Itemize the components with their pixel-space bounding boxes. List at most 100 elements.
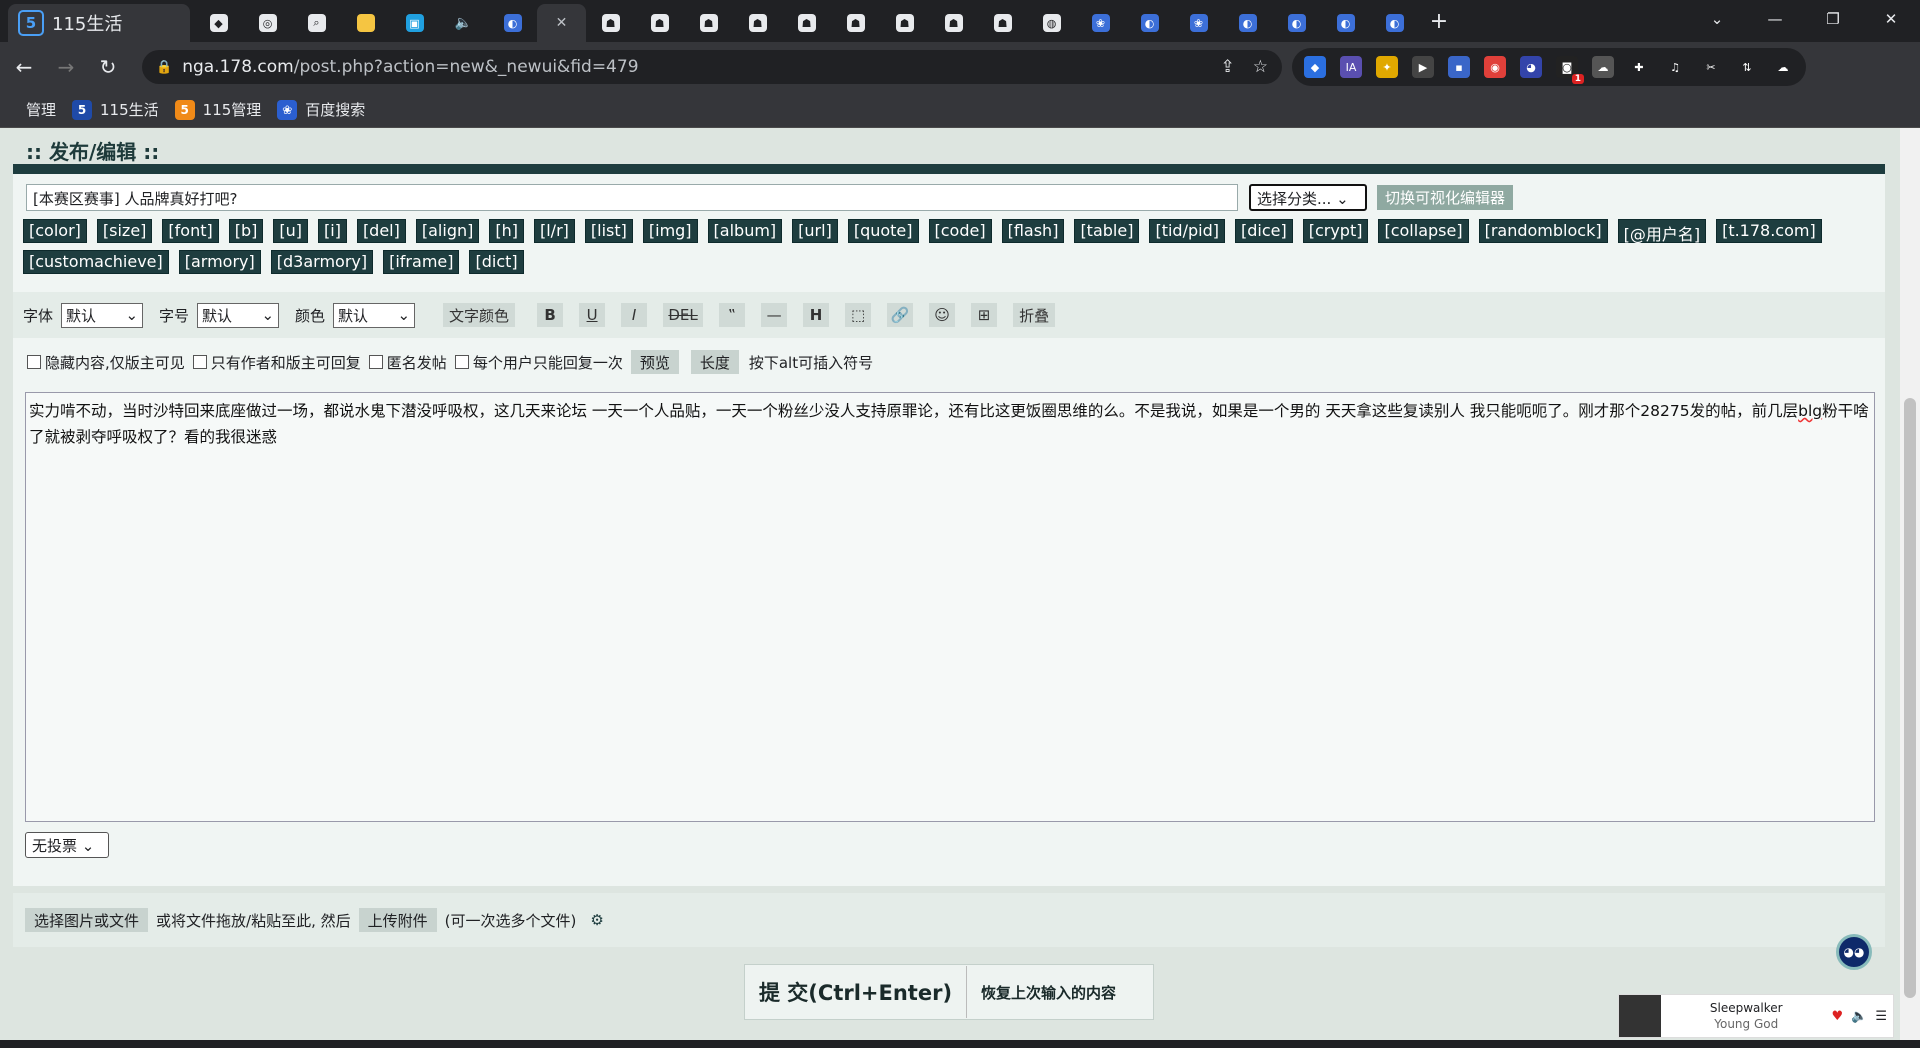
submit-button[interactable]: 提 交(Ctrl+Enter) (745, 966, 968, 1018)
tag-button[interactable]: [b] (228, 219, 264, 243)
tag-button[interactable]: [flash] (1001, 219, 1065, 243)
tag-button[interactable]: [table] (1074, 219, 1140, 243)
bookmark-item[interactable]: 管理 (26, 99, 56, 120)
author-only-checkbox[interactable] (192, 355, 207, 369)
ext-save-icon[interactable]: ▪ (1448, 56, 1470, 78)
bookmark-item[interactable]: ❀ 百度搜索 (277, 99, 365, 120)
anonymous-option[interactable]: 匿名发帖 (368, 352, 447, 373)
tab-23[interactable]: ◐ (1272, 4, 1321, 42)
tag-button[interactable]: [armory] (178, 250, 261, 274)
tag-button[interactable]: [album] (707, 219, 783, 243)
ext-diamond-icon[interactable]: ◆ (1304, 56, 1326, 78)
tag-button[interactable]: [customachieve] (23, 250, 169, 274)
post-body-textarea[interactable]: 实力啃不动，当时沙特回来底座做过一场，都说水鬼下潜没呼吸权，这几天来论坛 一天一… (25, 392, 1875, 822)
sort-icon[interactable]: ⇅ (1736, 56, 1758, 78)
tab-6[interactable]: 🔈 (439, 4, 488, 42)
link-icon[interactable]: 🔗 (887, 303, 914, 327)
minimize-icon[interactable]: — (1746, 0, 1804, 38)
tab-22[interactable]: ◐ (1223, 4, 1272, 42)
bookmark-item[interactable]: 5 115管理 (174, 99, 261, 120)
close-icon[interactable]: ✕ (556, 15, 568, 31)
tab-20[interactable]: ◐ (1125, 4, 1174, 42)
tab-5[interactable]: ▣ (390, 4, 439, 42)
tab-2[interactable]: ◎ (243, 4, 292, 42)
anonymous-checkbox[interactable] (368, 355, 383, 369)
poll-select[interactable]: 无投票 ⌄ (25, 832, 109, 858)
quote-button[interactable]: ‟ (719, 303, 746, 327)
tag-button[interactable]: [collapse] (1378, 219, 1469, 243)
fold-button[interactable]: 折叠 (1013, 303, 1056, 327)
tab-18[interactable]: ◍ (1027, 4, 1076, 42)
ext-play-icon[interactable]: ▶ (1412, 56, 1434, 78)
ext-red-icon[interactable]: ◉ (1484, 56, 1506, 78)
tab-21[interactable]: ❀ (1174, 4, 1223, 42)
subject-input[interactable]: [本赛区赛事] 人品牌真好打吧? (26, 184, 1238, 211)
bold-button[interactable]: B (537, 303, 564, 327)
text-color-button[interactable]: 文字颜色 (443, 303, 516, 327)
scissors-icon[interactable]: ✂ (1700, 56, 1722, 78)
underline-button[interactable]: U (579, 303, 606, 327)
tag-button[interactable]: [h] (489, 219, 524, 243)
tag-button[interactable]: [crypt] (1302, 219, 1369, 243)
image-icon[interactable]: ⬚ (845, 303, 872, 327)
tag-button[interactable]: [url] (792, 219, 838, 243)
table-icon[interactable]: ⊞ (971, 303, 998, 327)
length-button[interactable]: 长度 (690, 350, 739, 374)
tag-button[interactable]: [tid/pid] (1149, 219, 1225, 243)
color-select[interactable]: 默认 ⌄ (333, 302, 416, 328)
choose-file-button[interactable]: 选择图片或文件 (25, 908, 149, 932)
tag-button[interactable]: [size] (96, 219, 153, 243)
tab-current[interactable]: ✕ (537, 4, 586, 42)
tab-9[interactable]: ☗ (586, 4, 635, 42)
tab-10[interactable]: ☗ (635, 4, 684, 42)
forward-icon[interactable]: → (48, 55, 84, 79)
tag-button[interactable]: [i] (318, 219, 347, 243)
tab-3[interactable]: ⌕ (292, 4, 341, 42)
reply-once-checkbox[interactable] (454, 355, 469, 369)
tab-16[interactable]: ☗ (929, 4, 978, 42)
tag-button[interactable]: [l/r] (533, 219, 575, 243)
tab-14[interactable]: ☗ (831, 4, 880, 42)
ext-cloud-icon[interactable]: ☁ (1592, 56, 1614, 78)
preview-button[interactable]: 预览 (630, 350, 679, 374)
ext-badge-icon[interactable]: ◙ 1 (1556, 56, 1584, 84)
tag-button[interactable]: [randomblock] (1478, 219, 1608, 243)
switch-visual-editor-button[interactable]: 切换可视化编辑器 (1377, 185, 1514, 210)
profile-cloud-icon[interactable]: ☁ (1772, 56, 1794, 78)
restore-last-input-button[interactable]: 恢复上次输入的内容 (967, 982, 1130, 1003)
strikethrough-button[interactable]: DEL (663, 303, 704, 327)
tab-15[interactable]: ☗ (880, 4, 929, 42)
tab-115[interactable]: 5 115生活 (8, 4, 190, 42)
tab-search-icon[interactable]: ⌄ (1688, 0, 1746, 38)
back-icon[interactable]: ← (6, 55, 42, 79)
heading-button[interactable]: H (803, 303, 830, 327)
tag-button[interactable]: [quote] (847, 219, 919, 243)
scrollbar-thumb[interactable] (1904, 398, 1916, 998)
tag-button[interactable]: [dict] (469, 250, 524, 274)
author-only-option[interactable]: 只有作者和版主可回复 (192, 352, 361, 373)
share-icon[interactable]: ⇪ (1221, 57, 1235, 77)
tag-button[interactable]: [align] (415, 219, 480, 243)
tab-11[interactable]: ☗ (684, 4, 733, 42)
assistant-bot-icon[interactable]: ◕◕ (1836, 934, 1872, 970)
puzzle-icon[interactable]: ✚ (1628, 56, 1650, 78)
omnibox[interactable]: 🔒 nga.178.com/post.php?action=new&_newui… (142, 50, 1282, 84)
tag-button[interactable]: [iframe] (383, 250, 460, 274)
italic-button[interactable]: I (621, 303, 648, 327)
ext-ia-icon[interactable]: IA (1340, 56, 1362, 78)
reload-icon[interactable]: ↻ (90, 55, 126, 79)
tab-17[interactable]: ☗ (978, 4, 1027, 42)
tab-7[interactable]: ◐ (488, 4, 537, 42)
tag-button[interactable]: [font] (162, 219, 219, 243)
bookmark-star-icon[interactable]: ☆ (1253, 57, 1268, 77)
volume-icon[interactable]: 🔈 (1851, 1009, 1867, 1024)
tab-25[interactable]: ◐ (1370, 4, 1419, 42)
tag-button[interactable]: [code] (928, 219, 992, 243)
hide-content-option[interactable]: 隐藏内容,仅版主可见 (27, 352, 185, 373)
category-select[interactable]: 选择分类... ⌄ (1249, 184, 1367, 211)
restore-icon[interactable]: ❐ (1804, 0, 1862, 38)
tag-button[interactable]: [dice] (1234, 219, 1293, 243)
hide-content-checkbox[interactable] (27, 355, 41, 369)
horizontal-rule-button[interactable]: — (761, 303, 788, 327)
reply-once-option[interactable]: 每个用户只能回复一次 (454, 352, 623, 373)
